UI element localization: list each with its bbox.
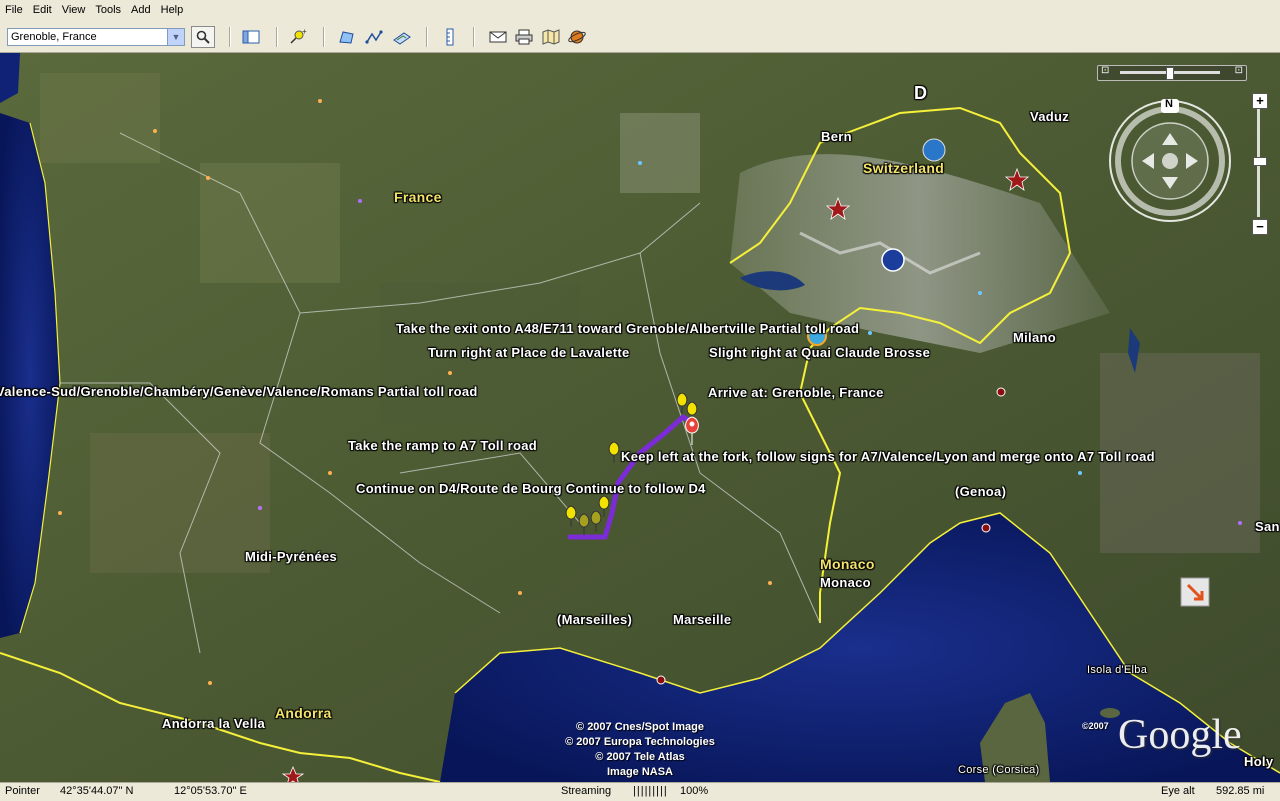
label-corse: Corse (Corsica) [958,764,1040,776]
toolbar: ▼ + [0,20,1280,53]
label-vaduz: Vaduz [1030,109,1070,124]
add-placemark-button[interactable]: + [288,28,308,46]
maps-button[interactable] [541,28,561,46]
email-icon [489,31,507,43]
copyright-line: © 2007 Europa Technologies [565,736,715,748]
search-button[interactable] [191,26,215,48]
print-button[interactable] [514,28,534,46]
label-france: France [394,189,442,205]
direction-keep-left[interactable]: Keep left at the fork, follow signs for … [621,449,1155,464]
earth-view[interactable]: France Switzerland Midi-Pyrénées Monaco … [0,53,1280,782]
status-bar: Pointer 42°35'44.07" N 12°05'53.70" E St… [0,782,1280,801]
add-overlay-button[interactable] [392,28,412,46]
direction-continue-d4[interactable]: Continue on D4/Route de Bourg Continue t… [356,481,706,496]
toolbar-separator [473,27,475,47]
tilt-thumb[interactable] [1166,67,1174,80]
label-andorra-region: Andorra [275,705,332,721]
sidebar-icon [242,30,260,44]
label-switzerland: Switzerland [863,160,945,176]
copyright-line: Image NASA [606,766,674,778]
menu-add[interactable]: Add [126,4,156,16]
print-icon [515,29,533,45]
toolbar-separator [276,27,278,47]
direction-ramp-a7[interactable]: Take the ramp to A7 Toll road [348,438,537,453]
eye-alt-label: Eye alt [1161,785,1195,797]
label-isola-elba: Isola d'Elba [1087,664,1148,676]
zoom-thumb[interactable] [1253,157,1267,166]
search-input[interactable] [8,29,170,45]
placemark-icon: + [290,28,307,44]
menu-help[interactable]: Help [156,4,189,16]
label-d: D [914,83,928,103]
path-icon [365,30,383,44]
search-combo[interactable]: ▼ [7,28,185,46]
map-icon [542,29,560,45]
label-andorra-la-vella: Andorra la Vella [162,716,266,731]
toolbar-separator [229,27,231,47]
copyright-block: © 2007 Cnes/Spot Image © 2007 Europa Tec… [545,720,735,780]
nasa-logo-icon [881,248,905,272]
label-monaco: Monaco [820,575,871,590]
pointer-longitude: 12°05'53.70" E [174,785,247,797]
sky-button[interactable] [567,28,587,46]
tilt-full-icon[interactable]: ⊡ [1235,65,1243,76]
copyright-line: © 2007 Tele Atlas [595,751,685,763]
pointer-label: Pointer [5,785,40,797]
direction-valence-sud[interactable]: Valence-Sud/Grenoble/Chambéry/Genève/Val… [0,384,478,399]
menu-tools[interactable]: Tools [90,4,126,16]
tilt-slider[interactable]: ⊡ ⊡ [1097,65,1247,81]
zoom-in-button[interactable]: + [1252,93,1268,109]
label-milano: Milano [1013,330,1056,345]
email-button[interactable] [488,28,508,46]
polygon-icon [339,31,354,44]
label-monaco-region: Monaco [820,556,875,572]
label-midi-pyrenees: Midi-Pyrénées [245,549,338,564]
compass-control[interactable] [1106,95,1236,225]
toolbar-separator [426,27,428,47]
globe-icon [922,138,946,162]
ruler-icon [446,28,454,46]
search-icon [196,30,210,44]
direction-arrive[interactable]: Arrive at: Grenoble, France [708,385,884,400]
menu-view[interactable]: View [57,4,91,16]
label-genoa: (Genoa) [955,484,1007,499]
copyright-line: © 2007 Cnes/Spot Image [576,721,704,733]
svg-text:+: + [302,28,307,36]
menu-file[interactable]: File [0,4,28,16]
google-logo: Google [1118,712,1242,758]
sidebar-toggle-button[interactable] [241,28,261,46]
eye-alt-value: 592.85 mi [1216,785,1265,797]
streaming-percent: 100% [680,785,709,797]
label-san: San [1255,519,1280,534]
label-marseille: Marseille [673,612,732,627]
label-marseilles: (Marseilles) [557,612,633,627]
direction-exit-a48[interactable]: Take the exit onto A48/E711 toward Greno… [396,321,859,336]
streaming-label: Streaming [561,785,612,797]
image-overlay-icon [393,32,411,45]
streaming-progress: ||||||||| [633,785,668,797]
add-polygon-button[interactable] [337,28,357,46]
zoom-slider[interactable]: + − [1252,93,1268,235]
copyright-google: ©2007 [1082,721,1109,731]
tilt-flat-icon[interactable]: ⊡ [1101,65,1109,76]
menu-edit[interactable]: Edit [28,4,57,16]
planet-icon [568,30,586,44]
direction-slight-right[interactable]: Slight right at Quai Claude Brosse [709,345,930,360]
toolbar-separator [323,27,325,47]
menu-bar: File Edit View Tools Add Help [0,0,1280,20]
label-bern: Bern [821,129,852,144]
ruler-button[interactable] [440,28,460,46]
label-holy: Holy [1244,754,1274,769]
direction-turn-right[interactable]: Turn right at Place de Lavalette [428,345,630,360]
zoom-out-button[interactable]: − [1252,219,1268,235]
pointer-latitude: 42°35'44.07" N [60,785,134,797]
dropdown-icon[interactable]: ▼ [167,29,184,45]
compass-north-label[interactable]: N [1165,98,1173,110]
add-path-button[interactable] [364,28,384,46]
